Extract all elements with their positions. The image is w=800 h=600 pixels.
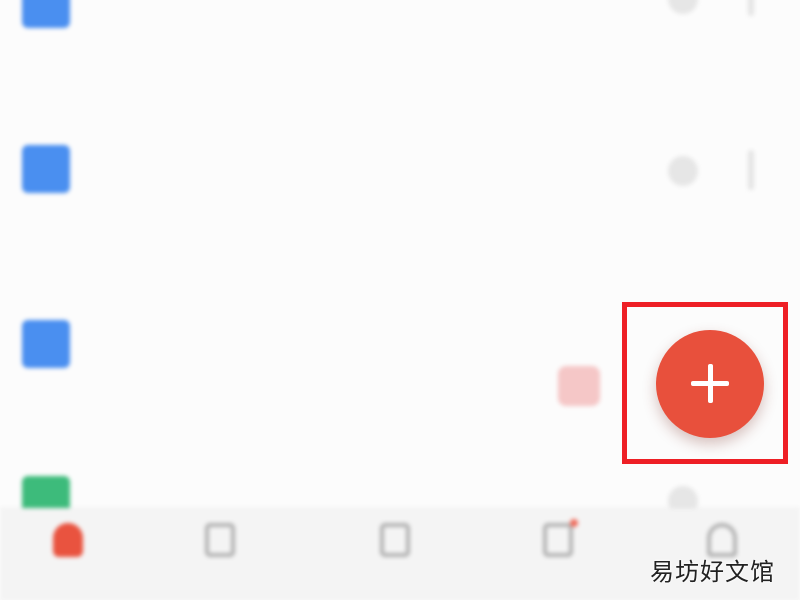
- blurred-content: [0, 0, 800, 600]
- home-icon: [53, 523, 83, 557]
- tab-clipboard[interactable]: [170, 523, 270, 573]
- more-icon[interactable]: [748, 0, 754, 16]
- star-icon[interactable]: [668, 156, 698, 186]
- plus-icon: [708, 364, 713, 403]
- notification-dot: [570, 519, 578, 527]
- doc-icon: [22, 0, 70, 28]
- tag-badge: [558, 366, 600, 406]
- doc-icon: [22, 145, 70, 193]
- watermark: 易坊好文馆: [650, 558, 775, 586]
- list-item[interactable]: [0, 110, 800, 230]
- star-icon[interactable]: [668, 0, 698, 14]
- list-item[interactable]: [0, 0, 800, 90]
- grid-icon: [380, 523, 410, 557]
- app-screen: 易坊好文馆: [0, 0, 800, 600]
- add-button[interactable]: [656, 330, 764, 438]
- clipboard-icon: [205, 523, 235, 557]
- more-icon[interactable]: [748, 150, 754, 190]
- tab-messages[interactable]: [508, 519, 608, 573]
- tab-grid[interactable]: [345, 523, 445, 573]
- message-icon: [543, 523, 573, 557]
- tab-home[interactable]: [18, 523, 118, 573]
- doc-icon: [22, 320, 70, 368]
